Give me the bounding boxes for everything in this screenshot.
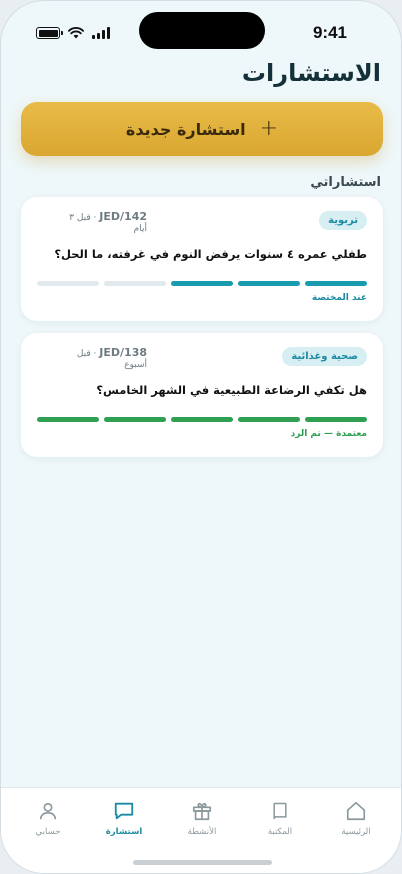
new-consultation-label: استشارة جديدة (125, 119, 246, 139)
wifi-icon (68, 27, 84, 39)
new-consultation-button[interactable]: + استشارة جديدة (21, 102, 383, 156)
status-text: معتمدة — تم الرد (290, 429, 367, 439)
time-ago: · قبل ٣ (69, 213, 97, 223)
time-unit: أسبوع (124, 360, 147, 370)
home-icon (346, 801, 366, 821)
card-meta: JED/142 · قبل ٣ أيام (37, 211, 147, 235)
tab-home[interactable]: الرئيسية (321, 800, 391, 837)
consultation-card[interactable]: صحية وغذائية JED/138 · قبل أسبوع هل تكفي… (21, 333, 383, 457)
chat-icon (114, 802, 134, 820)
progress-segment (238, 281, 300, 286)
tab-label: حسابي (35, 827, 61, 837)
tab-bar: الرئيسية المكتبة الأنشطة استشارة حسابي (1, 787, 401, 873)
status-bar: 9:41 (1, 1, 401, 63)
status-text: عند المختصة (311, 293, 367, 303)
home-indicator (133, 860, 272, 865)
question-text: طفلي عمره ٤ سنوات يرفض النوم في غرفته، م… (54, 247, 367, 261)
consultation-card[interactable]: تربوية JED/142 · قبل ٣ أيام طفلي عمره ٤ … (21, 197, 383, 321)
progress-segment (104, 417, 166, 422)
tab-library[interactable]: المكتبة (245, 800, 315, 837)
tab-consultation[interactable]: استشارة (89, 800, 159, 837)
reference-code: JED/142 (99, 210, 147, 223)
question-text: هل تكفي الرضاعة الطبيعية في الشهر الخامس… (96, 383, 367, 397)
phone-screen: 9:41 الاستشارات + استشارة جديدة استشارات… (0, 0, 402, 874)
person-icon (39, 802, 57, 820)
progress-segment (171, 417, 233, 422)
progress-segment (171, 281, 233, 286)
reference-code: JED/138 (99, 346, 147, 359)
category-badge: تربوية (319, 211, 367, 230)
battery-icon (36, 27, 63, 39)
time-unit: أيام (133, 224, 147, 234)
progress-segment (305, 281, 367, 286)
plus-icon: + (259, 116, 279, 141)
page-title: الاستشارات (241, 59, 381, 87)
system-icons (36, 27, 110, 39)
progress-segment (37, 281, 99, 286)
progress-bar (37, 417, 367, 422)
tab-label: الرئيسية (341, 827, 371, 837)
gift-icon (192, 802, 212, 821)
status-time: 9:41 (312, 23, 347, 42)
dynamic-island (139, 12, 265, 49)
progress-segment (104, 281, 166, 286)
cellular-signal-icon (92, 27, 110, 39)
book-icon (273, 802, 287, 820)
section-title: استشاراتي (310, 175, 381, 190)
tab-label: استشارة (105, 827, 143, 837)
progress-segment (238, 417, 300, 422)
progress-bar (37, 281, 367, 286)
tab-account[interactable]: حسابي (13, 800, 83, 837)
time-ago: · قبل (76, 349, 97, 359)
category-badge: صحية وغذائية (282, 347, 367, 366)
card-meta: JED/138 · قبل أسبوع (37, 347, 147, 371)
tab-label: المكتبة (267, 827, 293, 837)
progress-segment (305, 417, 367, 422)
tab-label: الأنشطة (187, 827, 217, 837)
progress-segment (37, 417, 99, 422)
tab-activities[interactable]: الأنشطة (167, 800, 237, 837)
